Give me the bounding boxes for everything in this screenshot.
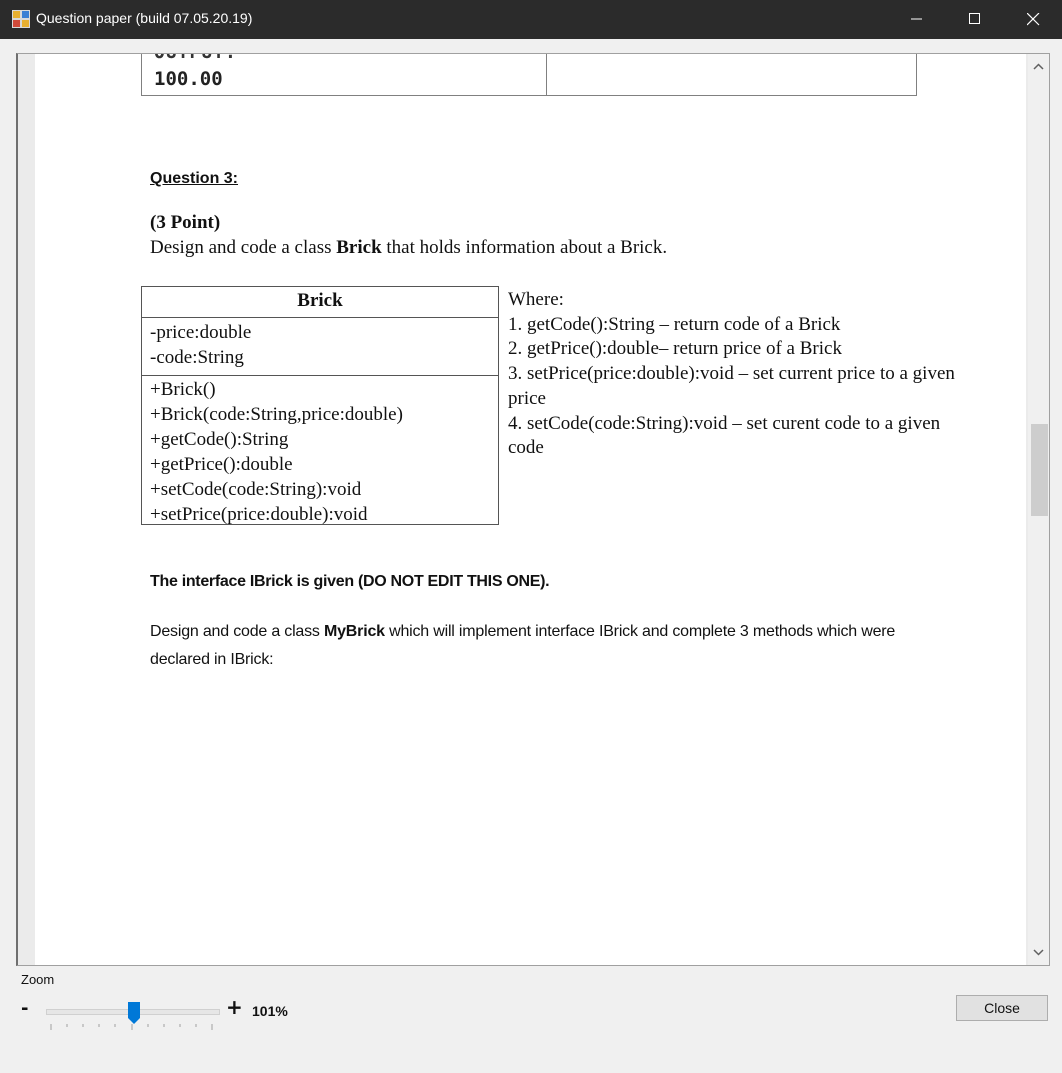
uml-method: +getCode():String: [150, 429, 289, 450]
uml-method: +Brick(): [150, 379, 216, 400]
title-bar: Question paper (build 07.05.20.19): [0, 0, 1062, 39]
question-description: Design and code a class Brick that holds…: [150, 237, 667, 259]
window-title: Question paper (build 07.05.20.19): [36, 10, 253, 26]
uml-class-name: Brick: [142, 287, 498, 318]
uml-class-diagram: Brick -price:double -code:String +Brick(…: [141, 286, 499, 525]
vertical-scrollbar[interactable]: [1028, 54, 1049, 965]
where-item: 1. getCode():String – return code of a B…: [508, 313, 841, 335]
maximize-button[interactable]: [946, 0, 1004, 39]
minimize-icon: [911, 18, 922, 20]
zoom-in-button[interactable]: +: [226, 995, 243, 1019]
zoom-slider-ticks: [50, 1024, 213, 1030]
zoom-value: 101%: [252, 1003, 288, 1019]
output-label: OUTPUT:: [154, 54, 237, 63]
uml-attribute: -code:String: [150, 347, 244, 368]
minimize-button[interactable]: [888, 0, 946, 39]
close-icon: [1027, 13, 1040, 26]
description-class: Brick: [336, 237, 382, 258]
interface-note: The interface IBrick is given (DO NOT ED…: [150, 573, 550, 590]
output-value: 100.00: [154, 68, 223, 90]
uml-method: +setCode(code:String):void: [150, 479, 362, 500]
where-item: 4. setCode(code:String):void – set curen…: [508, 412, 941, 459]
zoom-label: Zoom: [21, 972, 55, 987]
uml-attributes: -price:double -code:String: [142, 318, 498, 376]
scroll-thumb[interactable]: [1031, 424, 1048, 516]
uml-method: +Brick(code:String,price:double): [150, 404, 403, 425]
design-class: MyBrick: [323, 623, 385, 640]
uml-method: +setPrice(price:double):void: [150, 504, 368, 525]
maximize-icon: [969, 13, 980, 24]
design-prefix: Design and code a class: [150, 623, 324, 640]
design-paragraph: Design and code a class MyBrick which wi…: [150, 618, 910, 674]
scroll-up-icon[interactable]: [1032, 62, 1045, 72]
question-points: (3 Point): [150, 212, 221, 233]
table-divider: [546, 54, 547, 96]
where-list: Where: 1. getCode():String – return code…: [508, 288, 978, 461]
document-viewport[interactable]: OUTPUT: 100.00 Question 3: (3 Point) Des…: [16, 53, 1050, 966]
zoom-slider-thumb[interactable]: [128, 1002, 140, 1024]
uml-methods: +Brick() +Brick(code:String,price:double…: [142, 376, 498, 527]
scroll-down-icon[interactable]: [1032, 947, 1045, 957]
document-page: OUTPUT: 100.00 Question 3: (3 Point) Des…: [35, 54, 1026, 965]
close-button[interactable]: Close: [956, 995, 1048, 1021]
close-window-button[interactable]: [1004, 0, 1062, 39]
description-prefix: Design and code a class: [150, 237, 337, 258]
where-item: 3. setPrice(price:double):void – set cur…: [508, 363, 955, 409]
uml-method: +getPrice():double: [150, 454, 293, 475]
output-table: OUTPUT: 100.00: [141, 54, 917, 96]
where-item: 2. getPrice():double– return price of a …: [508, 338, 842, 360]
where-heading: Where:: [508, 289, 564, 310]
question-heading: Question 3:: [150, 170, 239, 187]
app-icon: [12, 10, 30, 28]
uml-attribute: -price:double: [150, 322, 252, 343]
zoom-out-button[interactable]: -: [21, 998, 28, 1019]
description-suffix: that holds information about a Brick.: [381, 237, 668, 258]
